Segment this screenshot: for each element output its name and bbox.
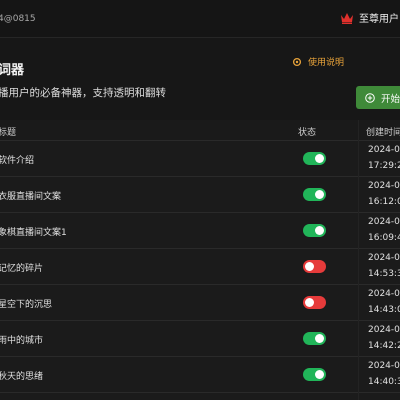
gear-icon <box>292 57 302 66</box>
table-row[interactable]: 秋天的思绪 2024-08 14:40:30 <box>0 357 400 393</box>
help-label: 使用说明 <box>308 58 345 68</box>
vip-badge[interactable]: 至尊用户 <box>340 10 399 25</box>
row-time: 14:43:02 <box>368 305 400 315</box>
page-header: 词器 播用户的必备神器，支持透明和翻转 使用说明 开始使 <box>0 38 400 120</box>
table-row[interactable]: 象棋直播间文案1 2024-08 16:09:45 <box>0 213 400 249</box>
toggle-knob <box>315 334 324 343</box>
table-row[interactable]: 记忆的碎片 2024-08 14:53:34 <box>0 249 400 285</box>
status-toggle[interactable] <box>303 260 326 273</box>
row-date: 2024-08 <box>368 289 400 299</box>
status-toggle[interactable] <box>303 224 326 237</box>
row-time: 14:53:34 <box>368 269 400 279</box>
row-time: 16:09:45 <box>368 233 400 243</box>
row-date: 2024-08 <box>368 217 400 227</box>
row-date: 2024-08 <box>368 145 400 155</box>
vip-label: 至尊用户 <box>359 14 399 25</box>
row-time: 14:40:30 <box>368 377 400 387</box>
column-header-status: 状态 <box>298 128 317 138</box>
status-toggle[interactable] <box>303 332 326 345</box>
crown-icon <box>341 12 353 24</box>
row-date: 2024-08 <box>368 253 400 263</box>
row-date: 2024-08 <box>368 361 400 371</box>
toggle-knob <box>305 262 314 271</box>
account-id: 4@0815 <box>0 14 36 24</box>
script-table: 标题 状态 创建时间 软件介绍 2024-08 17:29:21 衣服直播间文案… <box>0 120 400 393</box>
status-toggle[interactable] <box>303 368 326 381</box>
help-link[interactable]: 使用说明 <box>292 55 344 68</box>
row-title: 雨中的城市 <box>0 336 44 346</box>
toggle-knob <box>305 298 314 307</box>
row-title: 软件介绍 <box>0 156 35 166</box>
row-title: 衣服直播间文案 <box>0 192 62 202</box>
toggle-knob <box>315 190 324 199</box>
row-title: 秋天的思绪 <box>0 372 44 382</box>
row-time: 16:12:06 <box>368 197 400 207</box>
toggle-knob <box>315 154 324 163</box>
top-bar: 4@0815 至尊用户 <box>0 0 400 38</box>
table-row[interactable]: 雨中的城市 2024-08 14:42:27 <box>0 321 400 357</box>
table-row[interactable]: 衣服直播间文案 2024-08 16:12:06 <box>0 177 400 213</box>
page-title: 词器 <box>0 63 25 78</box>
start-button[interactable]: 开始使 <box>356 86 400 109</box>
page-subtitle: 播用户的必备神器，支持透明和翻转 <box>0 87 166 99</box>
row-date: 2024-08 <box>368 181 400 191</box>
column-header-created: 创建时间 <box>366 128 400 138</box>
status-toggle[interactable] <box>303 152 326 165</box>
row-date: 2024-08 <box>368 325 400 335</box>
column-divider <box>358 120 359 400</box>
toggle-knob <box>315 226 324 235</box>
plus-circle-icon <box>365 92 375 103</box>
table-row[interactable]: 星空下的沉思 2024-08 14:43:02 <box>0 285 400 321</box>
row-title: 星空下的沉思 <box>0 300 53 310</box>
row-time: 17:29:21 <box>368 161 400 171</box>
column-header-title: 标题 <box>0 128 17 138</box>
row-time: 14:42:27 <box>368 341 400 351</box>
table-header: 标题 状态 创建时间 <box>0 120 400 141</box>
row-title: 记忆的碎片 <box>0 264 44 274</box>
row-title: 象棋直播间文案1 <box>0 228 67 238</box>
table-row[interactable]: 软件介绍 2024-08 17:29:21 <box>0 141 400 177</box>
toggle-knob <box>315 370 324 379</box>
start-label: 开始使 <box>381 93 400 105</box>
status-toggle[interactable] <box>303 188 326 201</box>
status-toggle[interactable] <box>303 296 326 309</box>
